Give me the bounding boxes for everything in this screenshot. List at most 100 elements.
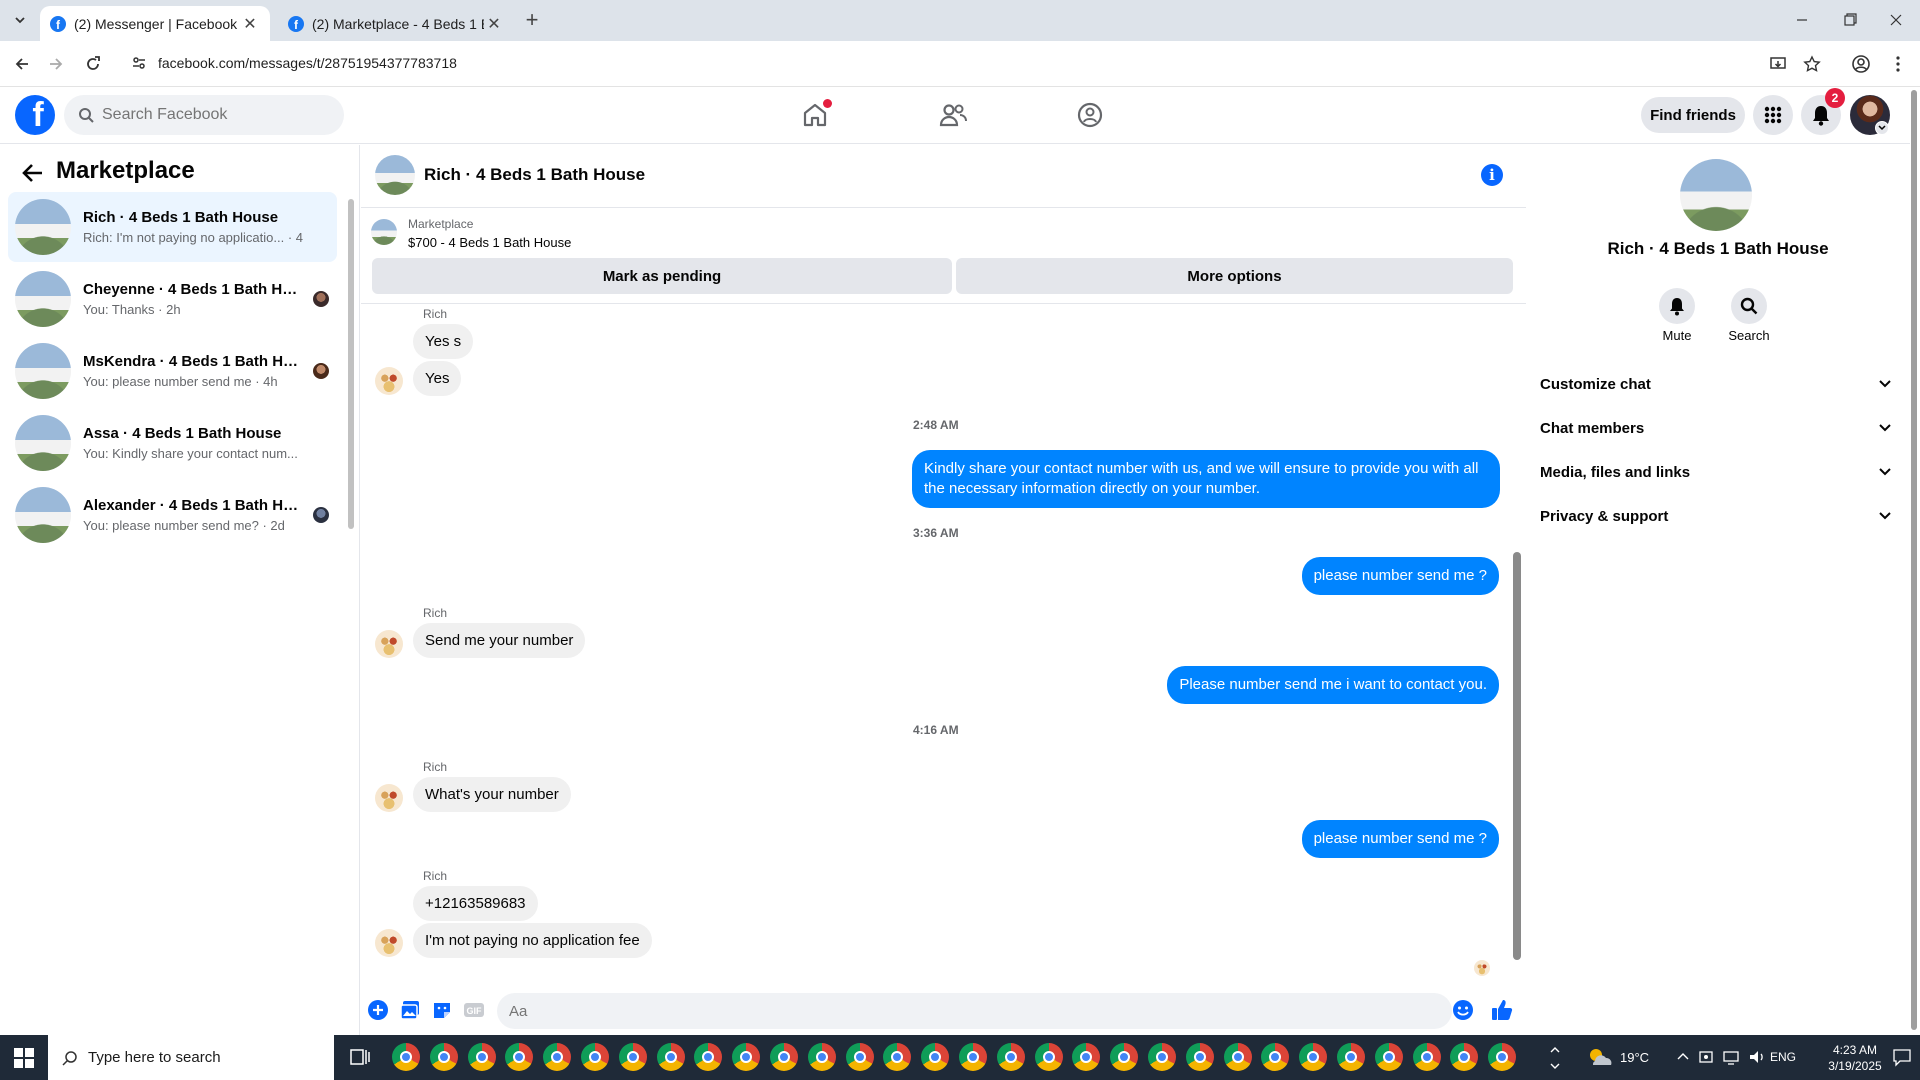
taskbar-chrome-window-icon[interactable]: [1223, 1043, 1252, 1071]
conversation-list-scrollbar[interactable]: [348, 199, 354, 529]
mark-as-pending-button[interactable]: Mark as pending: [372, 258, 952, 294]
profile-icon[interactable]: [1849, 52, 1873, 76]
close-window-icon[interactable]: [1884, 8, 1908, 32]
groups-nav-icon[interactable]: [1070, 98, 1110, 132]
meet-now-icon[interactable]: [1698, 1048, 1714, 1066]
taskbar-chrome-window-icon[interactable]: [392, 1043, 420, 1071]
taskbar-chrome-window-icon[interactable]: [467, 1043, 496, 1071]
show-hidden-icons-chevron-icon[interactable]: [1676, 1048, 1690, 1066]
taskbar-chrome-window-icon[interactable]: [770, 1043, 798, 1071]
customize-chat-item[interactable]: Customize chat: [1540, 362, 1892, 406]
sender-avatar[interactable]: [375, 929, 403, 957]
new-tab-button[interactable]: +: [520, 8, 544, 32]
message-composer[interactable]: [497, 993, 1452, 1029]
more-actions-plus-icon[interactable]: [366, 998, 390, 1022]
reload-icon[interactable]: [81, 52, 105, 76]
taskbar-chrome-window-icon[interactable]: [1034, 1043, 1063, 1071]
taskbar-chrome-window-icon[interactable]: [732, 1043, 761, 1071]
conversation-item-mskendra[interactable]: MsKendra · 4 Beds 1 Bath Hou... You: ple…: [8, 336, 337, 406]
chat-members-item[interactable]: Chat members: [1540, 406, 1892, 450]
page-scrollbar[interactable]: [1911, 90, 1917, 1030]
taskbar-chrome-window-icon[interactable]: [1148, 1043, 1176, 1071]
sticker-icon[interactable]: [430, 998, 454, 1022]
incoming-message[interactable]: +12163589683: [413, 886, 538, 921]
conversation-info-icon[interactable]: i: [1481, 164, 1503, 186]
taskbar-chrome-window-icon[interactable]: [543, 1043, 572, 1071]
attach-photo-icon[interactable]: [398, 998, 422, 1022]
listing-thumbnail[interactable]: [371, 219, 397, 245]
browser-tab-marketplace[interactable]: f (2) Marketplace - 4 Beds 1 Bath ✕: [278, 6, 514, 41]
conversation-item-alexander[interactable]: Alexander · 4 Beds 1 Bath Hou... You: pl…: [8, 480, 337, 550]
outgoing-message[interactable]: please number send me ?: [1301, 557, 1499, 595]
taskbar-chrome-window-icon[interactable]: [1337, 1043, 1365, 1071]
sender-avatar[interactable]: [375, 367, 403, 395]
incoming-message[interactable]: Yes s: [413, 324, 474, 359]
close-tab-icon[interactable]: ✕: [484, 14, 504, 34]
menu-grid-icon[interactable]: [1753, 95, 1793, 135]
install-app-icon[interactable]: [1766, 52, 1790, 76]
outgoing-message[interactable]: please number send me ?: [1301, 820, 1499, 858]
task-view-icon[interactable]: [348, 1045, 372, 1069]
browser-tab-messenger[interactable]: f (2) Messenger | Facebook ✕: [40, 6, 270, 41]
outgoing-message[interactable]: Please number send me i want to contact …: [1167, 666, 1499, 704]
taskbar-search[interactable]: Type here to search: [48, 1035, 334, 1080]
mute-bell-icon[interactable]: [1659, 288, 1695, 324]
account-chevron-icon[interactable]: [1875, 121, 1889, 135]
taskbar-chrome-window-icon[interactable]: [429, 1043, 458, 1071]
taskbar-chrome-window-icon[interactable]: [656, 1043, 685, 1071]
taskbar-chrome-window-icon[interactable]: [996, 1043, 1025, 1071]
message-input[interactable]: [509, 1002, 1389, 1020]
taskbar-chrome-window-icon[interactable]: [845, 1043, 874, 1071]
restore-window-icon[interactable]: [1837, 8, 1861, 32]
taskbar-chrome-window-icon[interactable]: [1374, 1043, 1403, 1071]
listing-title[interactable]: $700 - 4 Beds 1 Bath House: [408, 235, 571, 250]
incoming-message[interactable]: Send me your number: [413, 623, 586, 658]
network-icon[interactable]: [1722, 1048, 1740, 1066]
chat-title[interactable]: Rich · 4 Beds 1 Bath House: [424, 165, 645, 185]
incoming-message[interactable]: Yes: [413, 361, 462, 396]
taskbar-chrome-window-icon[interactable]: [1110, 1043, 1139, 1071]
chat-listing-thumbnail[interactable]: [375, 155, 415, 195]
more-options-button[interactable]: More options: [956, 258, 1513, 294]
gif-icon[interactable]: GIF: [462, 998, 486, 1022]
conversation-item-rich[interactable]: Rich · 4 Beds 1 Bath House Rich: I'm not…: [8, 192, 337, 262]
windows-start-icon[interactable]: [0, 1035, 48, 1080]
outgoing-message[interactable]: Kindly share your contact number with us…: [912, 450, 1500, 508]
address-bar[interactable]: facebook.com/messages/t/2875195437778371…: [120, 47, 1785, 79]
incoming-message[interactable]: What's your number: [413, 777, 571, 812]
browser-menu-icon[interactable]: [1886, 52, 1910, 76]
taskbar-chrome-window-icon[interactable]: [807, 1043, 836, 1071]
contact-listing-photo[interactable]: [1680, 159, 1752, 231]
friends-nav-icon[interactable]: [933, 98, 973, 132]
facebook-logo-icon[interactable]: f: [15, 95, 55, 135]
weather-temperature[interactable]: 19°C: [1620, 1050, 1649, 1065]
minimize-window-icon[interactable]: [1790, 8, 1814, 32]
conversation-item-assa[interactable]: Assa · 4 Beds 1 Bath House You: Kindly s…: [8, 408, 337, 478]
taskbar-scroll-arrows-icon[interactable]: [1548, 1043, 1562, 1073]
emoji-icon[interactable]: [1451, 998, 1475, 1022]
sender-avatar[interactable]: [375, 630, 403, 658]
search-label[interactable]: Search: [1719, 328, 1779, 343]
find-friends-button[interactable]: Find friends: [1641, 97, 1745, 133]
taskbar-chrome-window-icon[interactable]: [581, 1043, 609, 1071]
conversation-item-cheyenne[interactable]: Cheyenne · 4 Beds 1 Bath House You: Than…: [8, 264, 337, 334]
back-icon[interactable]: [10, 52, 34, 76]
weather-icon[interactable]: [1585, 1045, 1615, 1069]
facebook-search-input[interactable]: [102, 106, 322, 124]
close-tab-icon[interactable]: ✕: [240, 14, 260, 34]
facebook-search[interactable]: [64, 95, 344, 135]
input-language[interactable]: ENG: [1770, 1050, 1796, 1064]
taskbar-chrome-window-icon[interactable]: [1299, 1043, 1328, 1071]
taskbar-chrome-window-icon[interactable]: [921, 1043, 950, 1071]
tab-search-chevron-icon[interactable]: [8, 8, 32, 32]
taskbar-chrome-window-icon[interactable]: [1185, 1043, 1214, 1071]
media-files-links-item[interactable]: Media, files and links: [1540, 450, 1892, 494]
taskbar-chrome-window-icon[interactable]: [1488, 1043, 1517, 1071]
notification-center-icon[interactable]: [1892, 1047, 1912, 1067]
incoming-message[interactable]: I'm not paying no application fee: [413, 923, 652, 958]
clock[interactable]: 4:23 AM 3/19/2025: [1822, 1042, 1888, 1074]
search-conversation-icon[interactable]: [1731, 288, 1767, 324]
site-info-icon[interactable]: [131, 55, 147, 71]
bookmark-star-icon[interactable]: [1800, 52, 1824, 76]
back-arrow-icon[interactable]: [20, 160, 46, 186]
